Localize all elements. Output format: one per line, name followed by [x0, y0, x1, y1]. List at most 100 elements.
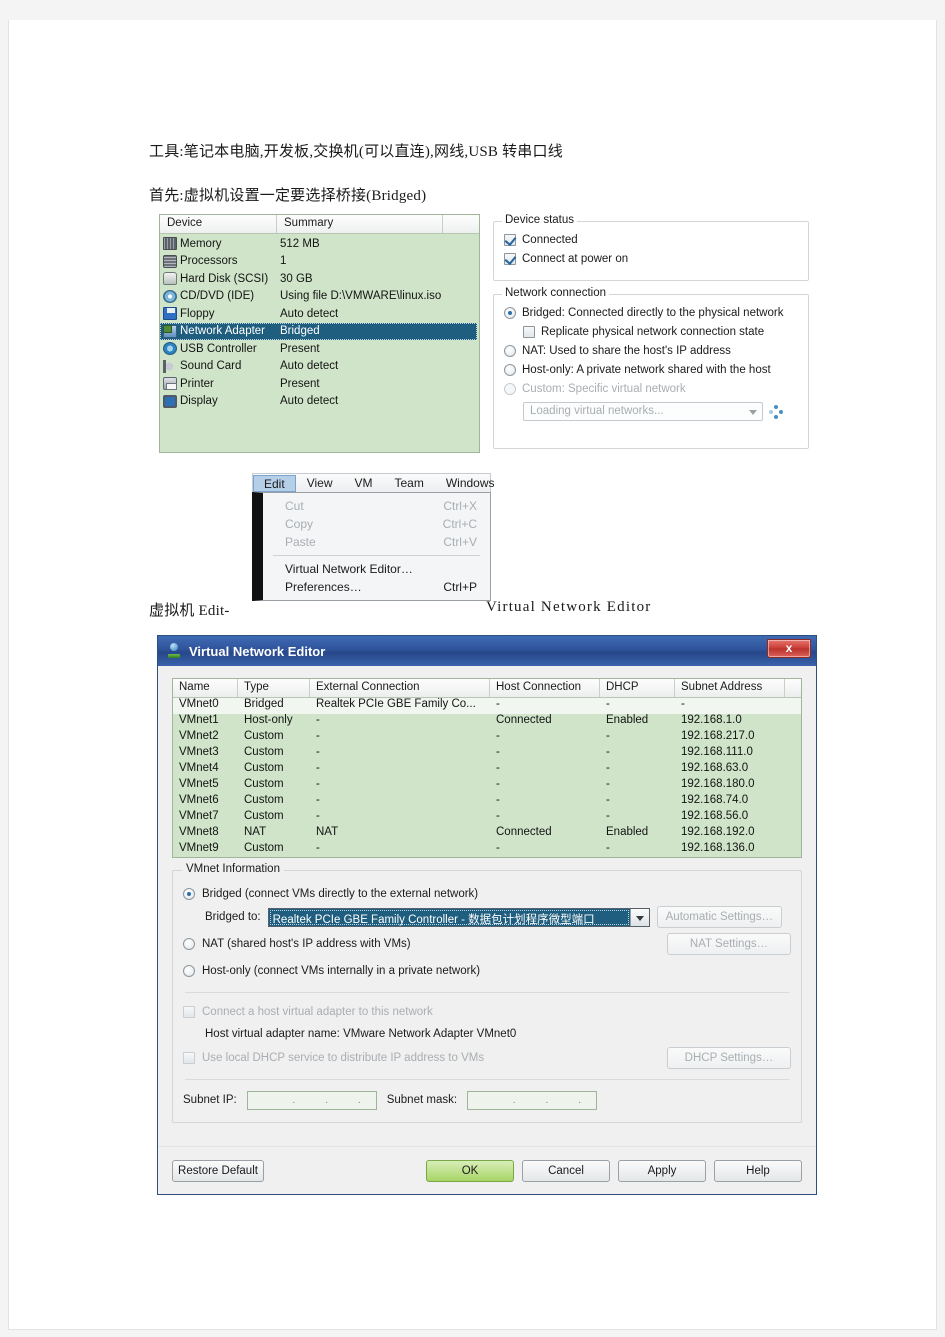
menu-edit[interactable]: Edit: [253, 474, 296, 492]
connected-checkbox[interactable]: [504, 233, 516, 246]
table-row[interactable]: VMnet3 Custom - - - 192.168.111.0: [173, 746, 801, 762]
device-row-printer[interactable]: Printer Present: [160, 375, 479, 393]
menu-item-virtual-network-editor[interactable]: Virtual Network Editor…: [263, 560, 490, 578]
cell-subnet: 192.168.111.0: [681, 746, 753, 758]
ok-button[interactable]: OK: [426, 1159, 514, 1182]
menu-vm[interactable]: VM: [343, 476, 383, 490]
device-row-memory[interactable]: Memory 512 MB: [160, 235, 479, 253]
table-row[interactable]: VMnet0 Bridged Realtek PCIe GBE Family C…: [173, 698, 801, 714]
device-row-cd-dvd[interactable]: CD/DVD (IDE) Using file D:\VMWARE\linux.…: [160, 288, 479, 306]
restore-default-button[interactable]: Restore Default: [172, 1159, 264, 1182]
automatic-settings-button: Automatic Settings…: [656, 906, 783, 928]
vne-bridged-radio-row[interactable]: Bridged (connect VMs directly to the ext…: [183, 883, 791, 904]
apply-button[interactable]: Apply: [618, 1159, 706, 1182]
bridged-radio-row[interactable]: Bridged: Connected directly to the physi…: [494, 303, 808, 322]
close-icon[interactable]: x: [767, 639, 811, 658]
cell-subnet: -: [681, 698, 685, 710]
nat-radio[interactable]: [504, 344, 516, 357]
custom-network-combo-value: Loading virtual networks...: [530, 405, 664, 417]
cancel-button[interactable]: Cancel: [522, 1159, 610, 1182]
vne-bridged-radio[interactable]: [183, 887, 195, 900]
subnet-mask-label: Subnet mask:: [386, 1094, 458, 1106]
cell-host: -: [496, 762, 500, 774]
vne-nat-radio[interactable]: [183, 938, 195, 950]
column-header-type: Type: [238, 679, 310, 697]
cell-dhcp: -: [606, 778, 610, 790]
nat-settings-button: NAT Settings…: [667, 933, 791, 955]
menu-item-shortcut: Ctrl+V: [443, 535, 477, 549]
help-button[interactable]: Help: [714, 1159, 802, 1182]
table-row[interactable]: VMnet4 Custom - - - 192.168.63.0: [173, 762, 801, 778]
device-row-hard-disk[interactable]: Hard Disk (SCSI) 30 GB: [160, 270, 479, 288]
bridged-to-row[interactable]: Bridged to: Realtek PCIe GBE Family Cont…: [183, 904, 791, 930]
subnet-mask-input[interactable]: ...: [467, 1090, 598, 1110]
cell-name: VMnet6: [179, 794, 219, 806]
device-row-network-adapter[interactable]: Network Adapter Bridged: [160, 322, 477, 340]
cell-dhcp: Enabled: [606, 714, 649, 726]
host-only-radio[interactable]: [504, 363, 516, 376]
connect-at-power-on-checkbox[interactable]: [504, 252, 516, 265]
cell-dhcp: -: [606, 698, 610, 710]
device-summary: Present: [280, 342, 320, 355]
cell-external: -: [316, 730, 320, 742]
connect-at-power-on-checkbox-row[interactable]: Connect at power on: [494, 249, 808, 268]
menu-view[interactable]: View: [296, 476, 344, 490]
connected-checkbox-row[interactable]: Connected: [494, 230, 808, 249]
usb-controller-icon: [163, 342, 177, 356]
table-row[interactable]: VMnet2 Custom - - - 192.168.217.0: [173, 730, 801, 746]
device-label: Printer: [180, 377, 214, 390]
menu-team[interactable]: Team: [383, 476, 434, 490]
bridged-radio[interactable]: [504, 306, 516, 319]
cell-name: VMnet2: [179, 730, 219, 742]
subnet-ip-input[interactable]: ...: [246, 1090, 377, 1110]
nat-radio-row[interactable]: NAT: Used to share the host's IP address: [494, 341, 808, 360]
display-icon: [163, 394, 177, 408]
cell-name: VMnet8: [179, 826, 219, 838]
replicate-checkbox-row[interactable]: Replicate physical network connection st…: [494, 322, 808, 341]
table-row[interactable]: VMnet7 Custom - - - 192.168.56.0: [173, 810, 801, 826]
device-summary: Auto detect: [280, 307, 339, 320]
vne-host-only-radio[interactable]: [183, 965, 195, 977]
cell-subnet: 192.168.180.0: [681, 778, 755, 790]
bridged-to-combo[interactable]: Realtek PCIe GBE Family Controller - 数据包…: [267, 907, 650, 927]
loading-spinner-icon: [769, 404, 783, 419]
cell-host: -: [496, 794, 500, 806]
device-summary: Bridged: [280, 325, 320, 338]
cell-host: Connected: [496, 826, 552, 838]
cell-dhcp: -: [606, 794, 610, 806]
chevron-down-icon: [749, 410, 757, 415]
host-only-radio-row[interactable]: Host-only: A private network shared with…: [494, 360, 808, 379]
vmnet-table[interactable]: Name Type External Connection Host Conne…: [172, 678, 802, 858]
connected-label: Connected: [522, 233, 578, 246]
table-row[interactable]: VMnet9 Custom - - - 192.168.136.0: [173, 842, 801, 857]
table-row[interactable]: VMnet1 Host-only - Connected Enabled 192…: [173, 714, 801, 730]
table-row[interactable]: VMnet5 Custom - - - 192.168.180.0: [173, 778, 801, 794]
vne-title-bar: Virtual Network Editor x: [158, 636, 816, 666]
device-row-sound-card[interactable]: Sound Card Auto detect: [160, 358, 479, 376]
menu-windows[interactable]: Windows: [435, 476, 506, 490]
cell-subnet: 192.168.217.0: [681, 730, 755, 742]
table-row[interactable]: VMnet6 Custom - - - 192.168.74.0: [173, 794, 801, 810]
device-label: CD/DVD (IDE): [180, 290, 255, 303]
vne-nat-radio-row[interactable]: NAT (shared host's IP address with VMs) …: [183, 930, 791, 958]
cell-subnet: 192.168.192.0: [681, 826, 755, 838]
cell-type: Host-only: [244, 714, 293, 726]
device-label: Floppy: [180, 307, 215, 320]
device-row-display[interactable]: Display Auto detect: [160, 393, 479, 411]
table-row[interactable]: VMnet8 NAT NAT Connected Enabled 192.168…: [173, 826, 801, 842]
menu-bar[interactable]: Edit View VM Team Windows: [252, 473, 495, 492]
device-row-floppy[interactable]: Floppy Auto detect: [160, 305, 479, 323]
vne-host-only-radio-row[interactable]: Host-only (connect VMs internally in a p…: [183, 958, 791, 984]
device-row-processors[interactable]: Processors 1: [160, 253, 479, 271]
device-row-usb-controller[interactable]: USB Controller Present: [160, 340, 479, 358]
custom-label: Custom: Specific virtual network: [522, 382, 686, 395]
device-label: USB Controller: [180, 342, 257, 355]
menu-item-preferences[interactable]: Preferences… Ctrl+P: [263, 578, 490, 596]
replicate-checkbox[interactable]: [523, 325, 535, 338]
device-list[interactable]: Memory 512 MB Processors 1 Hard Disk (SC…: [160, 234, 479, 410]
cell-external: NAT: [316, 826, 339, 838]
subnet-ip-label: Subnet IP:: [183, 1094, 237, 1106]
chevron-down-icon[interactable]: [629, 908, 649, 926]
edit-dropdown-menu[interactable]: Cut Ctrl+X Copy Ctrl+C Paste Ctrl+V Virt…: [252, 492, 491, 601]
cell-external: -: [316, 778, 320, 790]
